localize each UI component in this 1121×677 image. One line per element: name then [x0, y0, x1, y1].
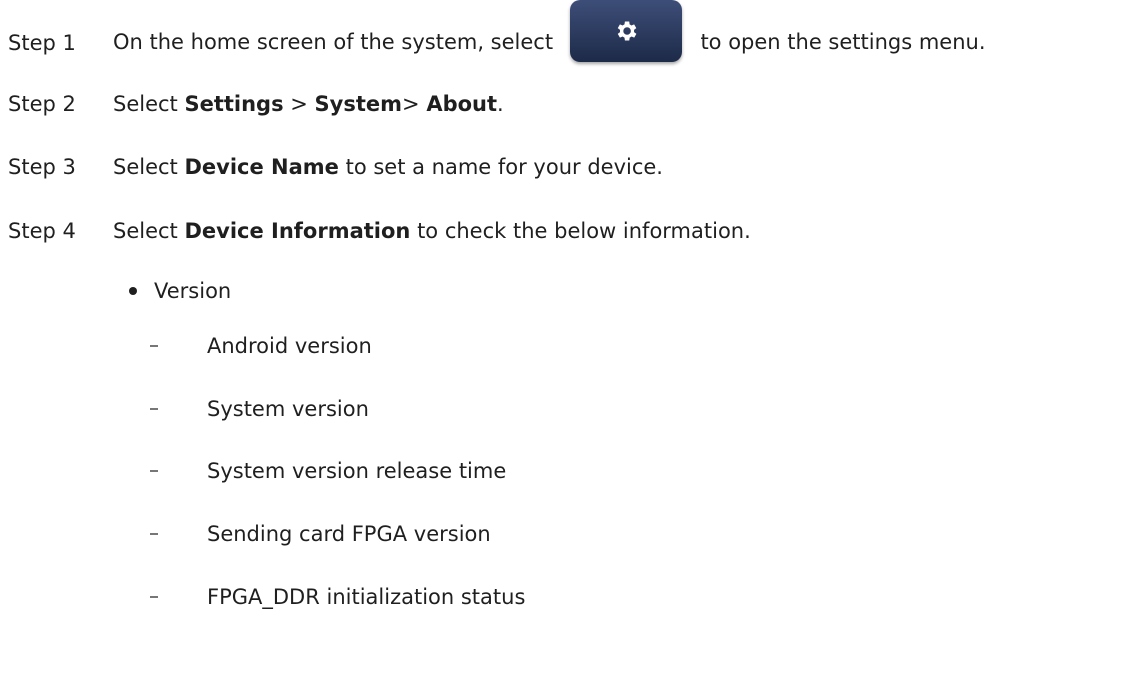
dash-icon — [150, 345, 158, 347]
step-2: Step 2 Select Settings > System> About. — [8, 84, 504, 124]
text: > — [283, 92, 315, 116]
sub-item: System version — [150, 392, 369, 426]
sub-item: Android version — [150, 329, 372, 363]
text: to check the below information. — [410, 219, 751, 243]
step-text: Select Device Information to check the b… — [113, 219, 751, 243]
sub-item-label: Sending card FPGA version — [207, 522, 491, 546]
settings-button[interactable] — [569, 0, 682, 62]
sub-item-label: FPGA_DDR initialization status — [207, 585, 526, 609]
text: > — [402, 92, 427, 116]
step-text: Select Device Name to set a name for you… — [113, 155, 663, 179]
dash-icon — [150, 470, 158, 472]
dash-icon — [150, 533, 158, 535]
step-text: Select Settings > System> About. — [113, 92, 504, 116]
step-1-text-before: On the home screen of the system, select — [113, 30, 554, 54]
step-1: Step 1 On the home screen of the system,… — [8, 0, 986, 63]
bullet-label: Version — [154, 279, 232, 303]
step-text: On the home screen of the system, select… — [113, 0, 986, 74]
menu-item-device-information: Device Information — [184, 219, 411, 243]
step-label: Step 3 — [8, 155, 76, 179]
text: Select — [113, 219, 185, 243]
sub-item: System version release time — [150, 454, 506, 488]
sub-item: FPGA_DDR initialization status — [150, 580, 525, 614]
sub-item: Sending card FPGA version — [150, 517, 491, 551]
text: to set a name for your device. — [338, 155, 663, 179]
dash-icon — [150, 596, 158, 598]
sub-item-label: System version — [207, 397, 369, 421]
dash-icon — [150, 408, 158, 410]
text: . — [497, 92, 504, 116]
text: Select — [113, 92, 185, 116]
bullet-item: Version — [128, 274, 231, 308]
step-label: Step 4 — [8, 219, 76, 243]
gear-icon — [617, 21, 637, 41]
bullet-dot-icon — [129, 287, 137, 295]
step-3: Step 3 Select Device Name to set a name … — [8, 147, 663, 187]
step-1-text-after: to open the settings menu. — [700, 30, 986, 54]
text: Select — [113, 155, 185, 179]
menu-path-system: System — [314, 92, 403, 116]
sub-item-label: System version release time — [207, 459, 507, 483]
menu-path-settings: Settings — [184, 92, 284, 116]
sub-item-label: Android version — [207, 334, 372, 358]
document-page: Step 1 On the home screen of the system,… — [0, 0, 1121, 677]
step-label: Step 1 — [8, 31, 76, 55]
menu-path-about: About — [426, 92, 498, 116]
step-4: Step 4 Select Device Information to chec… — [8, 211, 751, 251]
menu-item-device-name: Device Name — [184, 155, 339, 179]
step-label: Step 2 — [8, 92, 76, 116]
